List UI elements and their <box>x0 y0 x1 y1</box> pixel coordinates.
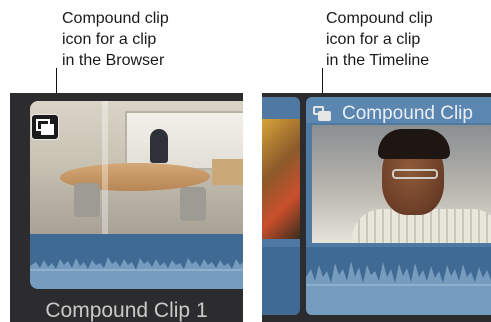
browser-icon-callout: Compound clip icon for a clip in the Bro… <box>62 8 169 71</box>
person-figure <box>150 129 168 163</box>
compound-clip-icon <box>31 114 59 140</box>
person-hair <box>378 129 450 159</box>
timeline-previous-clip[interactable] <box>262 97 300 315</box>
audio-waveform <box>306 247 491 315</box>
person-glasses <box>392 169 438 179</box>
office-chair <box>180 187 206 221</box>
callout-line: in the Browser <box>62 52 165 69</box>
waveform-graphic <box>306 261 491 315</box>
timeline-compound-clip[interactable] <box>306 97 491 315</box>
timeline-clip-name: Compound Clip <box>342 103 473 124</box>
office-chair <box>74 183 100 217</box>
glass-wall <box>102 101 108 234</box>
callout-line: Compound clip <box>326 10 433 27</box>
clip-video-frame <box>312 125 491 243</box>
callout-line: icon for a clip <box>326 31 421 48</box>
callout-line: in the Timeline <box>326 52 430 69</box>
waveform-graphic <box>30 257 243 289</box>
office-cabinet <box>212 159 243 185</box>
browser-clip-thumbnail[interactable] <box>30 101 243 289</box>
callout-line: Compound clip <box>62 10 169 27</box>
audio-waveform <box>30 234 243 289</box>
browser-clip-name: Compound Clip 1 <box>45 299 208 322</box>
timeline-icon-callout: Compound clip icon for a clip in the Tim… <box>326 8 433 71</box>
audio-waveform <box>262 247 300 315</box>
callout-line: icon for a clip <box>62 31 157 48</box>
compound-clip-icon <box>313 106 333 122</box>
clip-video-frame <box>30 101 243 234</box>
clip-video-frame <box>262 119 300 239</box>
